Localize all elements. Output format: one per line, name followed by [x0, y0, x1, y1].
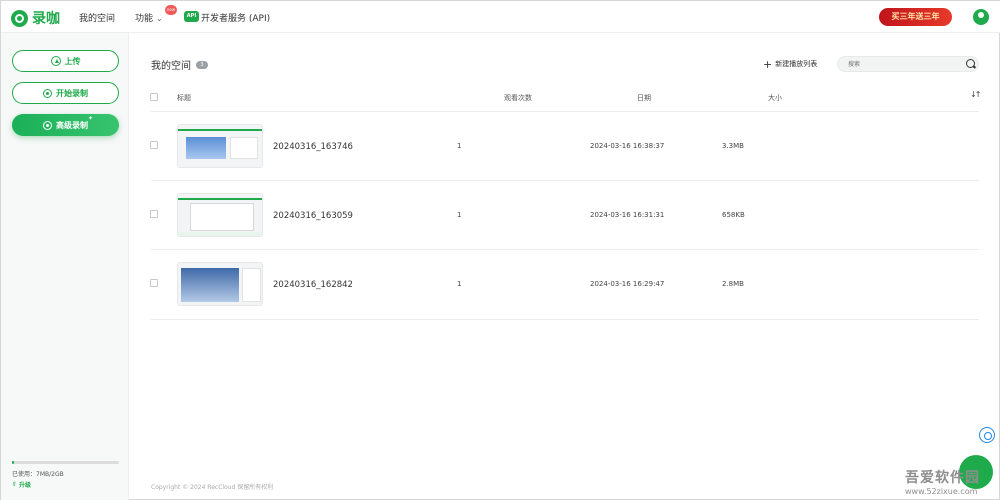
sidebar: 上传 开始录制 高级录制 ✦ 已使用：7MB/2GB ⇧ 升级 — [1, 33, 129, 500]
watermark-url: www.52zixue.com — [905, 487, 978, 496]
divider — [151, 180, 979, 181]
sort-icon[interactable]: ↓↑ — [970, 90, 981, 99]
search-icon[interactable] — [966, 59, 975, 68]
video-name[interactable]: 20240316_163059 — [273, 211, 353, 221]
view-count: 1 — [457, 211, 462, 219]
video-thumbnail[interactable] — [177, 262, 263, 306]
app-logo[interactable]: 录咖 — [11, 8, 60, 28]
video-size: 2.8MB — [722, 280, 744, 288]
divider — [151, 249, 979, 250]
storage-bar — [12, 461, 119, 464]
sparkle-icon: ✦ — [87, 115, 93, 122]
search-input[interactable] — [837, 56, 979, 72]
api-icon: API — [184, 11, 199, 22]
nav-developer-api[interactable]: 开发者服务 (API) — [201, 11, 270, 24]
app-window: 录咖 我的空间 功能 ⌄ new API 开发者服务 (API) 买三年送三年 上… — [0, 0, 1000, 500]
new-playlist-label: 新建播放列表 — [775, 60, 818, 68]
app-name: 录咖 — [32, 11, 60, 27]
record-icon — [43, 120, 52, 130]
upload-button[interactable]: 上传 — [12, 50, 119, 72]
upload-label: 上传 — [64, 56, 81, 66]
plus-icon: + — [763, 57, 773, 71]
divider — [151, 319, 979, 320]
view-count: 1 — [457, 280, 462, 288]
select-all-checkbox[interactable] — [150, 93, 158, 101]
page-title: 我的空间 3 — [151, 57, 208, 72]
user-avatar[interactable] — [973, 9, 989, 25]
top-nav: 录咖 我的空间 功能 ⌄ new API 开发者服务 (API) 买三年送三年 — [1, 1, 1000, 33]
upgrade-label: 升级 — [19, 482, 32, 489]
divider — [151, 111, 979, 112]
record-icon — [43, 88, 52, 98]
col-views[interactable]: 观看次数 — [504, 93, 532, 103]
row-checkbox[interactable] — [150, 210, 158, 218]
col-date[interactable]: 日期 — [637, 93, 651, 103]
col-title[interactable]: 标题 — [177, 93, 191, 103]
video-date: 2024-03-16 16:29:47 — [590, 280, 665, 288]
arrow-up-icon: ⇧ — [12, 481, 18, 488]
storage-usage: 已使用：7MB/2GB — [12, 471, 64, 478]
row-checkbox[interactable] — [150, 141, 158, 149]
chevron-down-icon: ⌄ — [156, 14, 163, 23]
video-name[interactable]: 20240316_163746 — [273, 142, 353, 152]
video-size: 658KB — [722, 211, 745, 219]
video-thumbnail[interactable] — [177, 193, 263, 237]
count-badge: 3 — [196, 60, 208, 69]
video-name[interactable]: 20240316_162842 — [273, 280, 353, 290]
storage-fill — [12, 461, 15, 464]
start-record-button[interactable]: 开始录制 — [12, 82, 119, 104]
hd-record-label: 高级录制 — [56, 120, 88, 130]
nav-features-label: 功能 — [135, 14, 154, 24]
video-date: 2024-03-16 16:38:37 — [590, 142, 665, 150]
hd-record-button[interactable]: 高级录制 ✦ — [12, 114, 119, 136]
nav-features[interactable]: 功能 ⌄ — [135, 11, 163, 24]
upgrade-link[interactable]: ⇧ 升级 — [12, 480, 31, 489]
support-icon[interactable] — [979, 427, 995, 443]
new-badge: new — [165, 5, 177, 15]
page-title-text: 我的空间 — [151, 61, 191, 72]
upload-icon — [50, 56, 61, 66]
nav-my-space[interactable]: 我的空间 — [79, 11, 115, 24]
video-thumbnail[interactable] — [177, 124, 263, 168]
start-record-label: 开始录制 — [56, 88, 88, 98]
new-playlist-button[interactable]: + 新建播放列表 — [763, 57, 818, 71]
watermark-text: 吾爱软件园 — [905, 470, 980, 486]
video-date: 2024-03-16 16:31:31 — [590, 211, 665, 219]
col-size[interactable]: 大小 — [768, 93, 782, 103]
row-checkbox[interactable] — [150, 279, 158, 287]
logo-icon — [11, 9, 28, 27]
promo-banner[interactable]: 买三年送三年 — [879, 8, 952, 26]
view-count: 1 — [457, 142, 462, 150]
copyright: Copyright © 2024 RecCloud 保留所有权利 — [151, 484, 274, 491]
video-size: 3.3MB — [722, 142, 744, 150]
